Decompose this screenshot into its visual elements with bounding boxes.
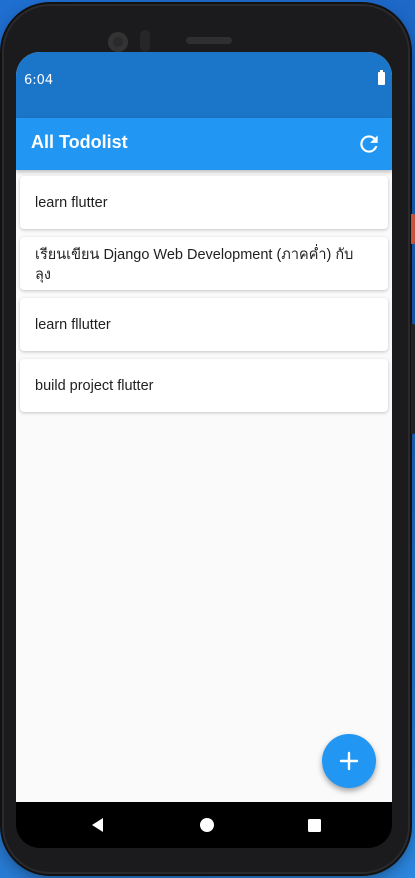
refresh-button[interactable] — [356, 131, 382, 157]
system-nav-bar — [16, 802, 392, 848]
earpiece-speaker — [186, 37, 232, 44]
app-screen: 6:04 All Todolist learn flutter เรียนเขี… — [16, 52, 392, 802]
power-button — [411, 324, 415, 434]
list-item[interactable]: learn fllutter — [20, 298, 388, 351]
todo-list: learn flutter เรียนเขียน Django Web Deve… — [16, 170, 392, 420]
status-time: 6:04 — [24, 73, 54, 88]
todo-title: เรียนเขียน Django Web Development (ภาคค่… — [35, 246, 354, 283]
nav-back-button[interactable] — [87, 814, 109, 836]
todo-title: learn fllutter — [35, 316, 111, 333]
recents-square-icon — [308, 819, 321, 832]
todo-title: learn flutter — [35, 194, 108, 211]
battery-icon — [378, 70, 385, 85]
nav-home-button[interactable] — [196, 814, 218, 836]
list-item[interactable]: เรียนเขียน Django Web Development (ภาคค่… — [20, 237, 388, 290]
add-icon — [339, 751, 359, 771]
todo-title: build project flutter — [35, 377, 154, 394]
add-todo-button[interactable] — [322, 734, 376, 788]
refresh-icon — [360, 135, 378, 153]
nav-recents-button[interactable] — [303, 814, 325, 836]
home-circle-icon — [200, 818, 214, 832]
front-camera-icon — [108, 32, 128, 52]
list-item[interactable]: build project flutter — [20, 359, 388, 412]
page-title: All Todolist — [31, 132, 128, 152]
volume-button — [411, 214, 415, 244]
back-triangle-icon — [92, 818, 103, 832]
status-bar: 6:04 — [16, 52, 392, 118]
app-bar: All Todolist — [16, 118, 392, 170]
list-item[interactable]: learn flutter — [20, 176, 388, 229]
sensor-icon — [140, 30, 150, 52]
